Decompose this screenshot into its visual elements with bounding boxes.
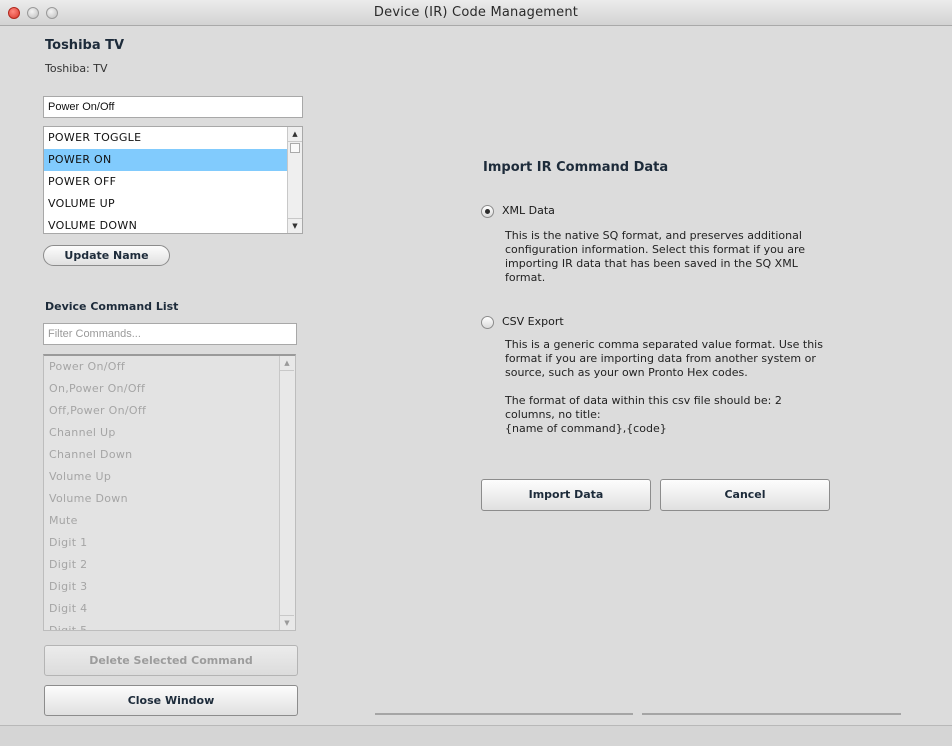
csv-format-note-text: The format of data within this csv file …: [505, 394, 782, 421]
command-list-item[interactable]: Digit 4: [44, 598, 295, 620]
ir-code-item[interactable]: VOLUME DOWN: [44, 215, 302, 233]
device-command-list[interactable]: Power On/Off On,Power On/Off Off,Power On/…: [43, 354, 296, 631]
title-bar: Device (IR) Code Management: [0, 0, 952, 26]
ir-code-list-scrollbar[interactable]: ▲ ▼: [287, 127, 302, 233]
close-window-button[interactable]: Close Window: [44, 685, 298, 716]
csv-format-note: The format of data within this csv file …: [505, 394, 825, 436]
command-list-item[interactable]: Channel Down: [44, 444, 295, 466]
command-list-item[interactable]: Volume Up: [44, 466, 295, 488]
command-list-item[interactable]: Mute: [44, 510, 295, 532]
command-list-item[interactable]: Digit 5: [44, 620, 295, 630]
ir-code-item[interactable]: POWER TOGGLE: [44, 127, 302, 149]
command-name-input[interactable]: [43, 96, 303, 118]
ir-code-list[interactable]: POWER TOGGLE POWER ON POWER OFF VOLUME UP VO…: [43, 126, 303, 234]
import-heading: Import IR Command Data: [483, 160, 669, 175]
delete-selected-command-button[interactable]: Delete Selected Command: [44, 645, 298, 676]
command-list-item[interactable]: Volume Down: [44, 488, 295, 510]
command-list-item[interactable]: Digit 3: [44, 576, 295, 598]
command-list-item[interactable]: Off,Power On/Off: [44, 400, 295, 422]
command-list-item[interactable]: Digit 1: [44, 532, 295, 554]
scroll-down-icon[interactable]: ▼: [280, 615, 294, 630]
csv-export-description: This is a generic comma separated value …: [505, 338, 823, 379]
device-subtitle: Toshiba: TV: [45, 62, 108, 75]
import-data-button[interactable]: Import Data: [481, 479, 651, 511]
command-list-item[interactable]: On,Power On/Off: [44, 378, 295, 400]
divider: [375, 713, 633, 715]
command-list-heading: Device Command List: [45, 300, 179, 313]
command-list-scrollbar[interactable]: ▲ ▼: [279, 356, 295, 630]
xml-data-label[interactable]: XML Data: [502, 204, 555, 217]
ir-code-item[interactable]: POWER OFF: [44, 171, 302, 193]
scroll-up-icon[interactable]: ▲: [288, 127, 302, 142]
window-title: Device (IR) Code Management: [373, 5, 579, 20]
command-list-item[interactable]: Power On/Off: [44, 356, 295, 378]
ir-code-item[interactable]: VOLUME UP: [44, 193, 302, 215]
scroll-up-icon[interactable]: ▲: [280, 356, 294, 371]
status-bar: [0, 725, 952, 746]
update-name-button[interactable]: Update Name: [43, 245, 170, 266]
command-list-item[interactable]: Digit 2: [44, 554, 295, 576]
scroll-thumb[interactable]: [290, 143, 300, 153]
csv-export-radio[interactable]: [481, 316, 494, 329]
ir-code-item[interactable]: POWER ON: [44, 149, 302, 171]
cancel-button[interactable]: Cancel: [660, 479, 830, 511]
command-list-item[interactable]: Channel Up: [44, 422, 295, 444]
csv-export-label[interactable]: CSV Export: [502, 315, 564, 328]
device-name: Toshiba TV: [45, 38, 125, 53]
csv-format-example: {name of command},{code}: [505, 422, 667, 435]
divider: [642, 713, 901, 715]
xml-data-description: This is the native SQ format, and preser…: [505, 229, 806, 284]
scroll-down-icon[interactable]: ▼: [288, 218, 302, 233]
filter-commands-input[interactable]: [43, 323, 297, 345]
xml-data-radio[interactable]: [481, 205, 494, 218]
